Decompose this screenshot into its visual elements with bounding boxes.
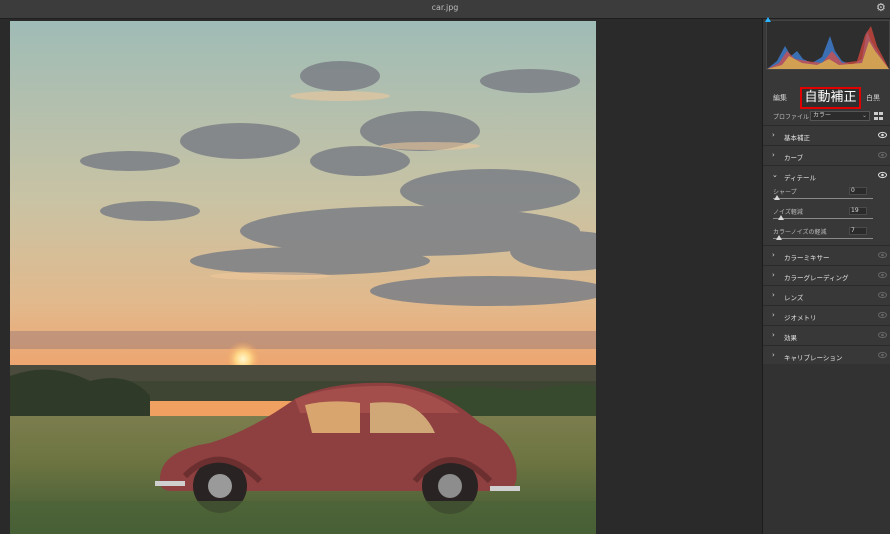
canvas-area — [0, 19, 762, 534]
tab-edit[interactable]: 編集 — [773, 93, 787, 103]
slider-noise-reduction[interactable]: ノイズ軽減 19 — [773, 207, 885, 227]
histogram-graph — [767, 26, 889, 69]
section-curve[interactable]: › カーブ — [763, 145, 890, 165]
chevron-right-icon: › — [772, 311, 775, 319]
chevron-right-icon: › — [772, 271, 775, 279]
eye-icon[interactable] — [878, 351, 887, 359]
eye-icon[interactable] — [878, 171, 887, 179]
panel-tabs: 編集 自動補正 白黒 — [763, 87, 890, 109]
section-color-grading[interactable]: › カラーグレーディング — [763, 265, 890, 285]
slider-value[interactable]: 19 — [849, 207, 867, 215]
slider-thumb[interactable] — [776, 235, 782, 240]
section-detail[interactable]: ⌄ ディテール — [763, 165, 890, 185]
section-geometry[interactable]: › ジオメトリ — [763, 305, 890, 325]
window-title: car.jpg — [431, 3, 459, 12]
section-lens[interactable]: › レンズ — [763, 285, 890, 305]
photo-preview — [10, 21, 596, 534]
section-label: カラーミキサー — [784, 254, 830, 262]
section-effects[interactable]: › 効果 — [763, 325, 890, 345]
profile-browser-icon[interactable] — [874, 112, 883, 120]
section-label: ディテール — [784, 174, 817, 182]
chevron-right-icon: › — [772, 331, 775, 339]
slider-sharpen[interactable]: シャープ 0 — [773, 187, 885, 207]
slider-thumb[interactable] — [774, 195, 780, 200]
eye-icon[interactable] — [878, 151, 887, 159]
chevron-right-icon: › — [772, 131, 775, 139]
photo-image — [10, 21, 596, 534]
profile-label: プロファイル — [773, 114, 810, 121]
chevron-down-icon: ⌄ — [772, 171, 778, 179]
eye-icon[interactable] — [878, 311, 887, 319]
title-bar: car.jpg ⚙ — [0, 0, 890, 19]
section-label: ジオメトリ — [784, 314, 817, 322]
section-label: 効果 — [784, 334, 797, 342]
slider-track[interactable] — [773, 218, 873, 219]
eye-icon[interactable] — [878, 331, 887, 339]
slider-track[interactable] — [773, 238, 873, 239]
profile-select[interactable]: カラー ⌄ — [810, 111, 870, 121]
eye-icon[interactable] — [878, 251, 887, 259]
slider-value[interactable]: 0 — [849, 187, 867, 195]
slider-color-noise[interactable]: カラーノイズの軽減 7 — [773, 227, 885, 247]
histogram — [766, 20, 890, 70]
clipping-indicator-icon[interactable] — [765, 17, 771, 22]
chevron-right-icon: › — [772, 251, 775, 259]
gear-icon[interactable]: ⚙ — [876, 2, 888, 14]
tab-bw[interactable]: 白黒 — [866, 93, 880, 103]
slider-thumb[interactable] — [778, 215, 784, 220]
section-label: レンズ — [784, 294, 804, 302]
edit-panel: 編集 自動補正 白黒 プロファイル カラー ⌄ › 基本補正 › カーブ ⌄ デ… — [762, 17, 890, 534]
chevron-right-icon: › — [772, 151, 775, 159]
eye-icon[interactable] — [878, 291, 887, 299]
section-label: キャリブレーション — [784, 354, 843, 362]
section-label: カーブ — [784, 154, 804, 162]
eye-icon[interactable] — [878, 131, 887, 139]
chevron-right-icon: › — [772, 351, 775, 359]
section-label: カラーグレーディング — [784, 274, 849, 282]
section-label: 基本補正 — [784, 134, 810, 142]
section-basic[interactable]: › 基本補正 — [763, 125, 890, 145]
auto-button[interactable]: 自動補正 — [800, 87, 861, 109]
profile-row: プロファイル カラー ⌄ — [763, 111, 890, 123]
chevron-down-icon: ⌄ — [861, 112, 867, 119]
profile-value: カラー — [813, 112, 832, 119]
section-calibration[interactable]: › キャリブレーション — [763, 345, 890, 365]
slider-track[interactable] — [773, 198, 873, 199]
chevron-right-icon: › — [772, 291, 775, 299]
panel-empty-area — [763, 364, 890, 534]
eye-icon[interactable] — [878, 271, 887, 279]
section-color-mixer[interactable]: › カラーミキサー — [763, 245, 890, 265]
slider-value[interactable]: 7 — [849, 227, 867, 235]
